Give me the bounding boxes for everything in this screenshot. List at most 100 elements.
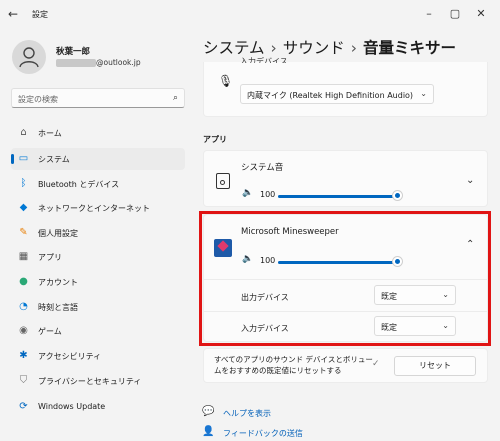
sidebar-item-label: Bluetooth とデバイス [38, 180, 120, 189]
sidebar-item-label: アクセシビリティ [38, 352, 102, 361]
volume-slider-track[interactable] [278, 195, 398, 198]
minesweeper-card[interactable]: Microsoft Minesweeper 🔈 100 ⌃ 出力デバイス 既定 … [203, 214, 488, 342]
minesweeper-app-icon [214, 239, 232, 257]
sidebar-item-6[interactable]: ▦ アプリ [11, 246, 185, 268]
breadcrumb-sound[interactable]: サウンド [283, 39, 345, 57]
chevron-down-icon: ⌄ [442, 290, 449, 299]
reset-button[interactable]: リセット [394, 356, 476, 376]
apps-section-label: アプリ [203, 135, 227, 144]
update-icon: ⟳ [19, 401, 28, 412]
output-device-select[interactable]: 既定 ⌄ [374, 285, 456, 305]
maximize-icon[interactable]: ▢ [446, 5, 464, 23]
sidebar-item-1[interactable]: ⌂ ホーム [11, 122, 185, 144]
input-device-label: 入力デバイス [241, 324, 289, 333]
account-icon: ● [19, 276, 28, 287]
input-device-card: 入力デバイス 🎙 内蔵マイク (Realtek High Definition … [203, 57, 488, 117]
help-icon: 💬 [202, 406, 215, 417]
reset-card: すべてのアプリのサウンド デバイスとボリュー ムをおすすめの既定値にリセットする… [203, 348, 488, 383]
sidebar-item-5[interactable]: ✎ 個人用設定 [11, 222, 185, 244]
output-device-value: 既定 [381, 292, 397, 301]
microphone-icon: 🎙 [218, 74, 234, 88]
sidebar-item-4[interactable]: ◆ ネットワークとインターネット [11, 197, 185, 219]
chevron-down-icon[interactable]: ⌄ [466, 175, 474, 186]
chevron-down-icon: ⌄ [420, 89, 427, 98]
sidebar-item-label: アプリ [38, 253, 62, 262]
sidebar-item-2[interactable]: ▭ システム [11, 148, 185, 170]
feedback-icon: 👤 [202, 426, 215, 437]
home-icon: ⌂ [20, 127, 27, 138]
sidebar-item-label: ゲーム [38, 327, 62, 336]
divider [204, 279, 487, 280]
volume-slider-track[interactable] [278, 261, 398, 264]
app-name: システム音 [241, 163, 284, 173]
sidebar-item-9[interactable]: ◉ ゲーム [11, 320, 185, 342]
sidebar-item-7[interactable]: ● アカウント [11, 271, 185, 293]
sidebar-item-label: システム [38, 155, 70, 164]
input-device-value: 既定 [381, 323, 397, 332]
sidebar-item-label: プライバシーとセキュリティ [38, 377, 142, 386]
globe-clock-icon: ◔ [19, 301, 28, 312]
check-icon: ✓ [372, 359, 380, 369]
input-device-select[interactable]: 内蔵マイク (Realtek High Definition Audio) ⌄ [240, 84, 434, 104]
active-indicator [11, 154, 14, 164]
chevron-down-icon: ⌄ [442, 321, 449, 330]
sidebar-item-11[interactable]: ⛉ プライバシーとセキュリティ [11, 370, 185, 392]
sidebar-item-label: 時刻と言語 [38, 303, 78, 312]
sidebar-item-label: ホーム [38, 129, 62, 138]
avatar[interactable] [12, 40, 46, 74]
sidebar-item-label: アカウント [38, 278, 78, 287]
search-input[interactable]: 設定の検索 ⌕ [11, 88, 185, 108]
back-arrow-icon[interactable]: ← [8, 7, 22, 21]
network-icon: ◆ [19, 202, 28, 213]
help-link[interactable]: ヘルプを表示 [223, 408, 271, 419]
search-placeholder: 設定の検索 [18, 95, 58, 104]
volume-slider-thumb[interactable] [393, 257, 402, 266]
user-name: 秋葉一郎 [56, 47, 91, 57]
person-icon [19, 47, 39, 68]
breadcrumb-separator: › [270, 39, 277, 57]
divider [204, 311, 487, 312]
reset-description-line: ムをおすすめの既定値にリセットする [214, 366, 342, 375]
shield-icon: ⛉ [19, 375, 28, 386]
gamepad-icon: ◉ [19, 325, 28, 336]
sidebar-item-10[interactable]: ✱ アクセシビリティ [11, 345, 185, 367]
app-title: 設定 [32, 10, 48, 19]
input-device-select[interactable]: 既定 ⌄ [374, 316, 456, 336]
sidebar-item-label: 個人用設定 [38, 229, 78, 238]
sidebar-item-3[interactable]: ᛒ Bluetooth とデバイス [11, 173, 185, 195]
sidebar-item-8[interactable]: ◔ 時刻と言語 [11, 296, 185, 318]
bluetooth-icon: ᛒ [20, 178, 27, 189]
chevron-up-icon[interactable]: ⌃ [466, 239, 474, 250]
email-redacted [56, 59, 96, 67]
speaker-icon [216, 173, 230, 189]
sidebar-item-12[interactable]: ⟳ Windows Update [11, 396, 185, 418]
breadcrumb-system[interactable]: システム [203, 39, 265, 57]
system-sounds-card[interactable]: システム音 🔈 100 ⌄ [203, 150, 488, 207]
volume-value: 100 [260, 190, 276, 199]
volume-icon[interactable]: 🔈 [242, 254, 253, 264]
apps-icon: ▦ [18, 251, 29, 262]
output-device-label: 出力デバイス [241, 293, 289, 302]
page-title: 音量ミキサー [362, 39, 456, 57]
reset-description: すべてのアプリのサウンド デバイスとボリュー ムをおすすめの既定値にリセットする [214, 354, 373, 376]
volume-icon[interactable]: 🔈 [242, 188, 253, 198]
sidebar-item-label: Windows Update [38, 402, 106, 411]
input-device-value: 内蔵マイク (Realtek High Definition Audio) [247, 91, 414, 100]
sidebar-item-label: ネットワークとインターネット [38, 204, 150, 213]
accessibility-icon: ✱ [19, 350, 28, 361]
input-device-label: 入力デバイス [240, 57, 288, 63]
minimize-icon[interactable]: – [420, 5, 438, 23]
volume-value: 100 [260, 256, 276, 265]
breadcrumb: システム › サウンド › 音量ミキサー [203, 36, 456, 58]
breadcrumb-separator: › [350, 39, 357, 57]
feedback-link[interactable]: フィードバックの送信 [223, 428, 303, 439]
brush-icon: ✎ [19, 227, 28, 238]
title-bar: ← 設定 – ▢ ✕ [0, 0, 500, 30]
app-name: Microsoft Minesweeper [241, 227, 339, 237]
close-icon[interactable]: ✕ [472, 5, 490, 23]
reset-description-line: すべてのアプリのサウンド デバイスとボリュー [214, 355, 373, 364]
system-icon: ▭ [18, 153, 29, 164]
user-email: @outlook.jp [96, 58, 141, 67]
search-icon: ⌕ [172, 93, 178, 103]
volume-slider-thumb[interactable] [393, 191, 402, 200]
